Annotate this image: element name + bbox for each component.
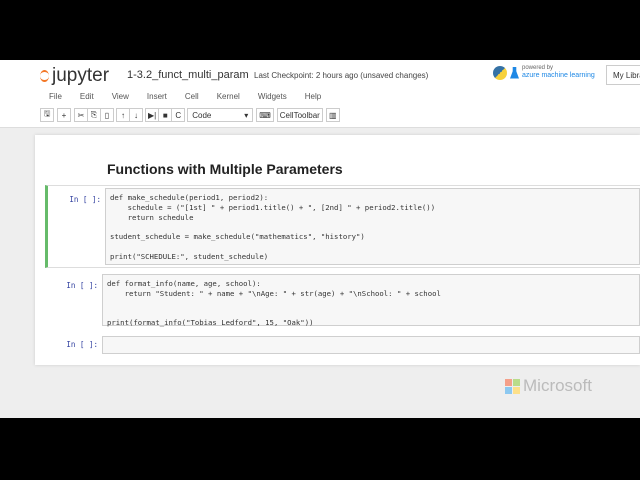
keyboard-icon[interactable]: ⌨ (256, 108, 274, 122)
add-cell-icon[interactable]: + (57, 108, 71, 122)
menu-widgets[interactable]: Widgets (249, 90, 296, 103)
powered-by: powered by (522, 65, 554, 71)
jupyter-logo[interactable]: jupyter (40, 65, 109, 87)
code-cell-1[interactable]: In [ ]: def make_schedule(period1, perio… (45, 185, 640, 268)
menu-edit[interactable]: Edit (71, 90, 103, 103)
menu-help[interactable]: Help (296, 90, 330, 103)
menu-insert[interactable]: Insert (138, 90, 176, 103)
chart-icon[interactable]: ▥ (325, 108, 340, 122)
stop-icon[interactable]: ■ (158, 108, 173, 122)
paste-icon[interactable]: ▯ (100, 108, 114, 122)
code-editor[interactable] (102, 336, 640, 354)
run-icon[interactable]: ▶| (145, 108, 160, 122)
cell-prompt: In [ ]: (66, 340, 98, 349)
my-libraries-button[interactable]: My Libraries (606, 65, 640, 85)
azure-label: azure machine learning (522, 72, 595, 79)
menu-file[interactable]: File (40, 90, 71, 103)
celltoolbar-button[interactable]: CellToolbar (276, 108, 323, 122)
cell-prompt: In [ ]: (66, 281, 98, 290)
chevron-down-icon: ▾ (244, 110, 249, 120)
menu-kernel[interactable]: Kernel (208, 90, 249, 103)
microsoft-watermark: Microsoft (505, 376, 592, 396)
code-cell-3[interactable]: In [ ]: (45, 336, 640, 354)
microsoft-logo-icon (505, 378, 520, 394)
move-up-icon[interactable]: ↑ (116, 108, 130, 122)
menu-view[interactable]: View (103, 90, 138, 103)
cell-type-select[interactable]: Code ▾ (187, 108, 254, 122)
code-cell-2[interactable]: In [ ]: def format_info(name, age, schoo… (45, 274, 640, 327)
flask-icon (510, 66, 519, 79)
copy-icon[interactable]: ⎘ (87, 108, 101, 122)
code-editor[interactable]: def format_info(name, age, school): retu… (102, 274, 640, 327)
toolbar: 🖫 + ✂ ⎘ ▯ ↑ ↓ ▶| ■ C Code ▾ ⌨ CellToolbar ▥ (40, 108, 340, 122)
cell-type-value: Code (192, 110, 212, 120)
jupyter-logo-icon (40, 70, 49, 82)
code-editor[interactable]: def make_schedule(period1, period2): sch… (105, 188, 640, 265)
menu-bar: File Edit View Insert Cell Kernel Widget… (40, 90, 330, 103)
menu-cell[interactable]: Cell (176, 90, 208, 103)
move-down-icon[interactable]: ↓ (129, 108, 143, 122)
cut-icon[interactable]: ✂ (74, 108, 88, 122)
notebook-name[interactable]: 1-3.2_funct_multi_param (127, 69, 249, 81)
notebook-screen: jupyter 1-3.2_funct_multi_param Last Che… (0, 60, 640, 418)
notebook-heading: Functions with Multiple Parameters (107, 161, 343, 177)
save-icon[interactable]: 🖫 (40, 108, 54, 122)
azure-badge: powered by azure machine learning (493, 65, 595, 80)
notebook-container: Functions with Multiple Parameters In [ … (35, 135, 640, 365)
restart-icon[interactable]: C (171, 108, 186, 122)
logo-text: jupyter (52, 65, 110, 86)
header: jupyter 1-3.2_funct_multi_param Last Che… (0, 60, 640, 128)
python-icon (493, 65, 507, 80)
microsoft-text: Microsoft (523, 376, 592, 395)
checkpoint-status: Last Checkpoint: 2 hours ago (unsaved ch… (254, 71, 429, 80)
cell-prompt: In [ ]: (69, 195, 101, 204)
